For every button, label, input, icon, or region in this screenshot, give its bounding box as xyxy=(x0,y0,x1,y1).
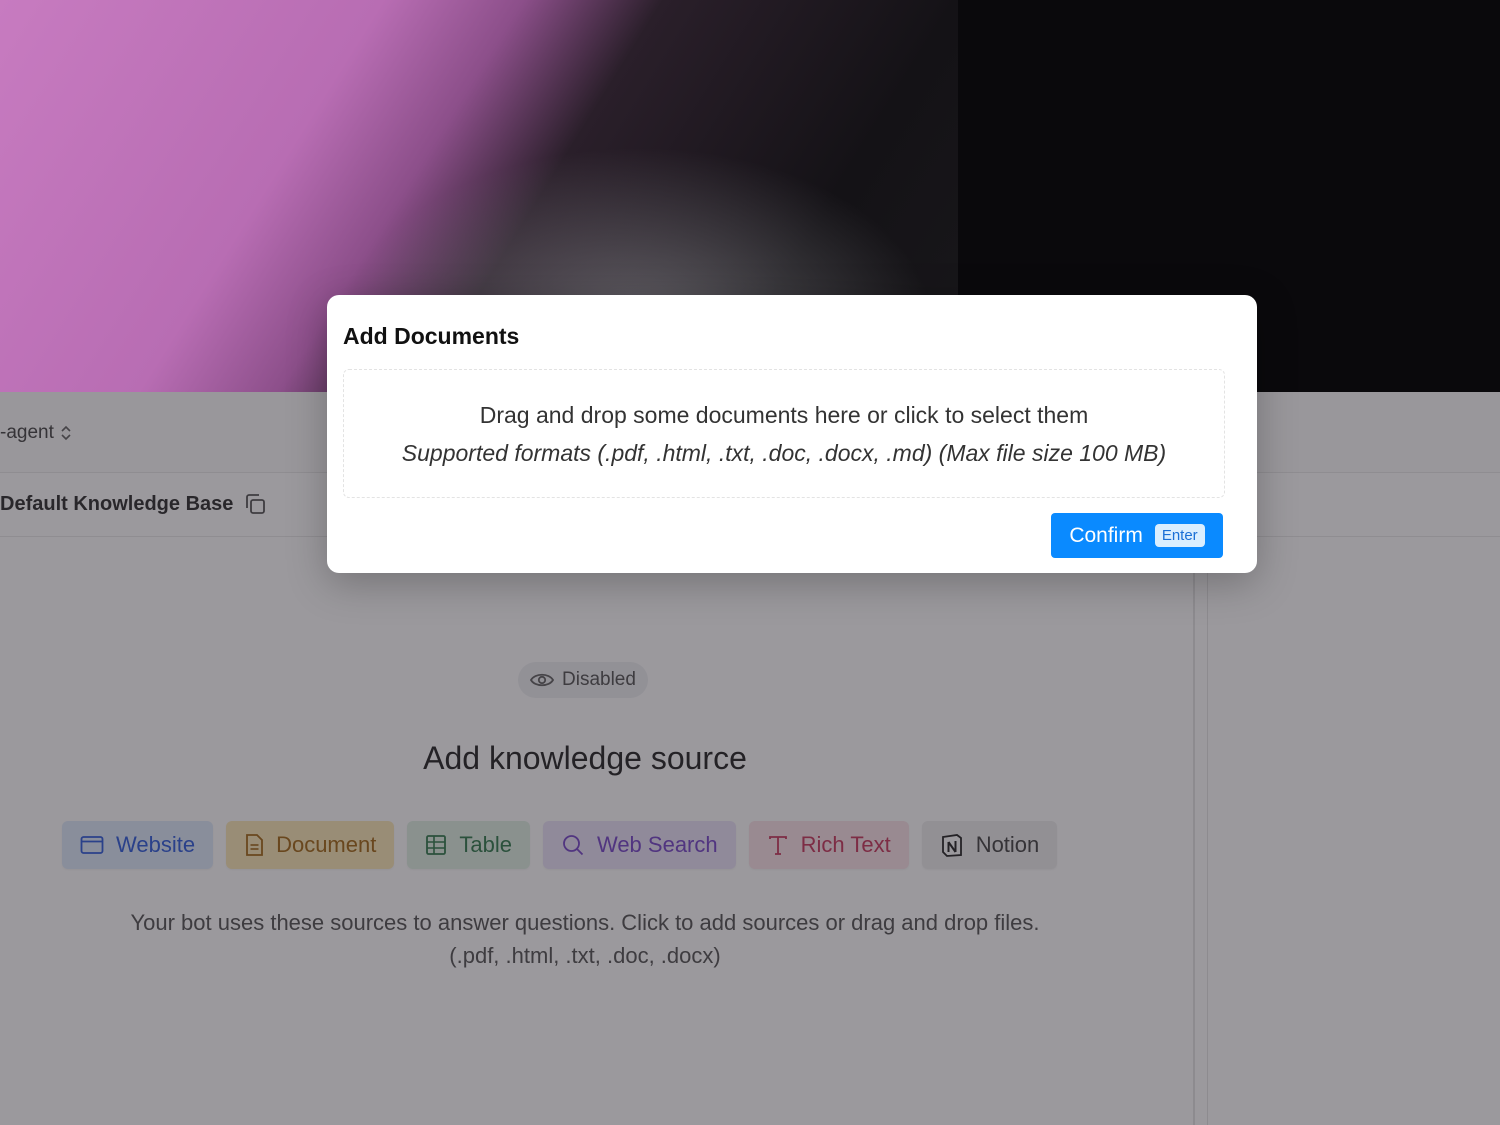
add-documents-dialog: Add Documents Drag and drop some documen… xyxy=(327,295,1257,573)
dialog-title: Add Documents xyxy=(343,323,520,349)
confirm-button-label: Confirm xyxy=(1069,523,1143,547)
enter-shortcut-badge: Enter xyxy=(1154,524,1205,547)
dropzone-instructions: Drag and drop some documents here or cli… xyxy=(479,402,1089,428)
dropzone-supported-formats: Supported formats (.pdf, .html, .txt, .d… xyxy=(401,440,1167,466)
confirm-button[interactable]: Confirm Enter xyxy=(1051,513,1223,558)
file-dropzone[interactable]: Drag and drop some documents here or cli… xyxy=(343,369,1225,498)
